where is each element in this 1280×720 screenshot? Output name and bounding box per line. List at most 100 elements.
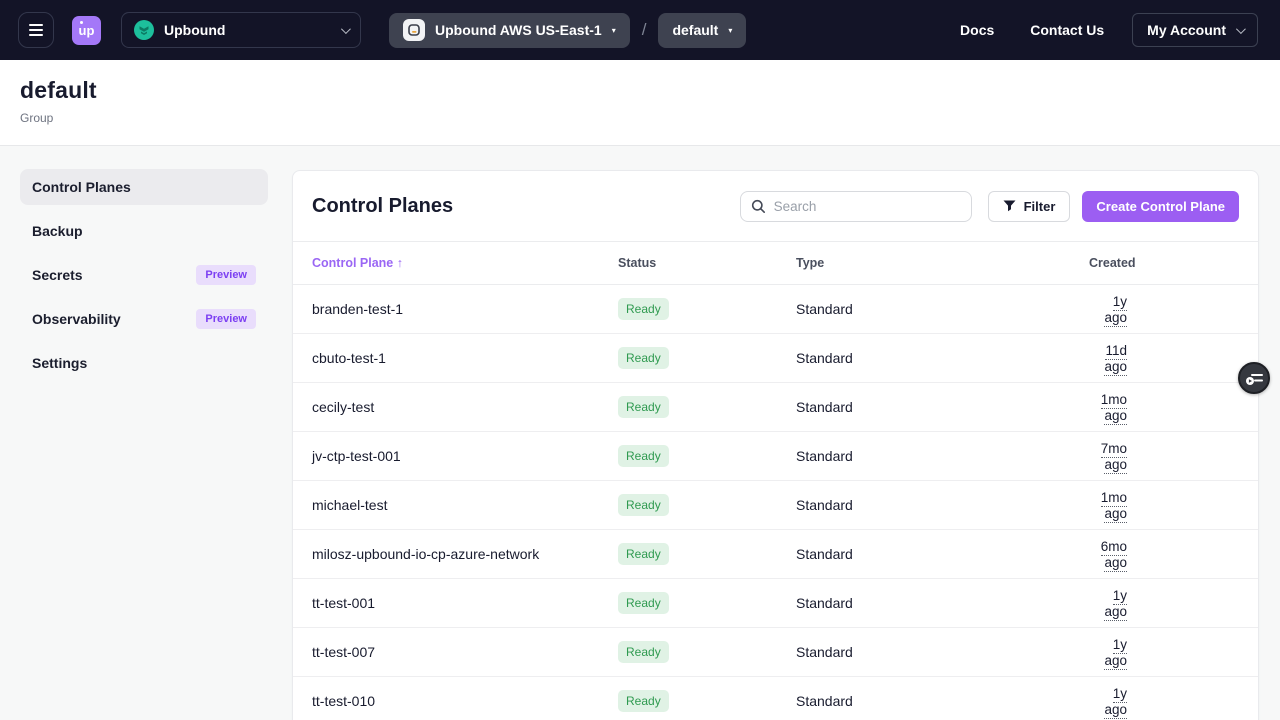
- created-cell: 1y ago: [1104, 637, 1127, 670]
- top-navigation-bar: up Upbound Upbound AWS US-East-1 ▾ / def…: [0, 0, 1280, 60]
- sidebar-item-secrets[interactable]: Secrets Preview: [20, 257, 268, 293]
- sidebar-item-label: Control Planes: [32, 179, 131, 195]
- type-cell: Standard: [796, 693, 1089, 709]
- column-header-created[interactable]: Created: [1089, 256, 1248, 270]
- search-box[interactable]: [740, 191, 972, 222]
- created-cell: 1mo ago: [1101, 490, 1127, 523]
- type-cell: Standard: [796, 399, 1089, 415]
- table-row[interactable]: tt-test-010 Ready Standard 1y ago: [293, 677, 1258, 720]
- logo-text: up: [79, 23, 95, 38]
- table-row[interactable]: milosz-upbound-io-cp-azure-network Ready…: [293, 530, 1258, 579]
- page-title: default: [20, 77, 1260, 104]
- status-badge: Ready: [618, 592, 669, 614]
- status-badge: Ready: [618, 641, 669, 663]
- type-cell: Standard: [796, 497, 1089, 513]
- column-header-control-plane[interactable]: Control Plane ↑: [312, 256, 618, 270]
- caret-down-icon: ▾: [728, 26, 732, 35]
- control-plane-name[interactable]: tt-test-010: [312, 693, 618, 709]
- sidebar-item-label: Backup: [32, 223, 83, 239]
- created-cell: 1y ago: [1104, 686, 1127, 719]
- type-cell: Standard: [796, 448, 1089, 464]
- control-plane-name[interactable]: branden-test-1: [312, 301, 618, 317]
- my-account-button[interactable]: My Account: [1132, 13, 1258, 47]
- status-badge: Ready: [618, 690, 669, 712]
- created-cell: 7mo ago: [1101, 441, 1127, 474]
- type-cell: Standard: [796, 595, 1089, 611]
- sidebar-item-backup[interactable]: Backup: [20, 213, 268, 249]
- table-row[interactable]: jv-ctp-test-001 Ready Standard 7mo ago: [293, 432, 1258, 481]
- sidebar-item-label: Observability: [32, 311, 121, 327]
- created-cell: 1mo ago: [1101, 392, 1127, 425]
- filter-label: Filter: [1024, 199, 1056, 214]
- hamburger-icon: [29, 24, 43, 26]
- space-icon: [403, 19, 425, 41]
- preview-badge: Preview: [196, 265, 256, 285]
- sort-ascending-icon: ↑: [397, 256, 403, 270]
- filter-icon: [1003, 200, 1016, 212]
- table-row[interactable]: michael-test Ready Standard 1mo ago: [293, 481, 1258, 530]
- control-plane-name[interactable]: jv-ctp-test-001: [312, 448, 618, 464]
- status-badge: Ready: [618, 543, 669, 565]
- sidebar-item-label: Secrets: [32, 267, 83, 283]
- type-cell: Standard: [796, 644, 1089, 660]
- table-header-row: Control Plane ↑ Status Type Created: [293, 241, 1258, 285]
- chevron-down-icon: [1236, 24, 1246, 34]
- search-input[interactable]: [774, 199, 961, 214]
- sidebar-item-control-planes[interactable]: Control Planes: [20, 169, 268, 205]
- chevron-down-icon: [341, 24, 351, 34]
- control-plane-name[interactable]: michael-test: [312, 497, 618, 513]
- logo-dot: [80, 21, 83, 24]
- type-cell: Standard: [796, 350, 1089, 366]
- table-row[interactable]: tt-test-007 Ready Standard 1y ago: [293, 628, 1258, 677]
- created-cell: 1y ago: [1104, 588, 1127, 621]
- group-name: default: [672, 22, 718, 38]
- organization-selector[interactable]: Upbound: [121, 12, 361, 48]
- panel-title: Control Planes: [312, 195, 453, 218]
- status-badge: Ready: [618, 347, 669, 369]
- upbound-logo[interactable]: up: [72, 16, 101, 45]
- hamburger-menu-button[interactable]: [18, 12, 54, 48]
- column-header-type[interactable]: Type: [796, 256, 1089, 270]
- control-plane-name[interactable]: tt-test-001: [312, 595, 618, 611]
- sidebar-item-settings[interactable]: Settings: [20, 345, 268, 381]
- control-planes-panel: Control Planes Filter Create Control Pla…: [292, 170, 1259, 720]
- created-cell: 11d ago: [1104, 343, 1127, 376]
- caret-down-icon: ▾: [612, 26, 616, 35]
- feedback-widget-button[interactable]: [1238, 362, 1270, 394]
- organization-icon: [134, 20, 154, 40]
- table-row[interactable]: branden-test-1 Ready Standard 1y ago: [293, 285, 1258, 334]
- control-plane-name[interactable]: cbuto-test-1: [312, 350, 618, 366]
- control-plane-name[interactable]: milosz-upbound-io-cp-azure-network: [312, 546, 618, 562]
- space-name: Upbound AWS US-East-1: [435, 22, 602, 38]
- control-plane-name[interactable]: tt-test-007: [312, 644, 618, 660]
- type-cell: Standard: [796, 301, 1089, 317]
- table-row[interactable]: cecily-test Ready Standard 1mo ago: [293, 383, 1258, 432]
- panel-header: Control Planes Filter Create Control Pla…: [293, 171, 1258, 241]
- space-selector[interactable]: Upbound AWS US-East-1 ▾: [389, 13, 630, 48]
- nav-link-docs[interactable]: Docs: [960, 22, 994, 38]
- nav-link-contact-us[interactable]: Contact Us: [1030, 22, 1104, 38]
- status-badge: Ready: [618, 396, 669, 418]
- breadcrumb-separator: /: [642, 20, 647, 40]
- sidebar-item-observability[interactable]: Observability Preview: [20, 301, 268, 337]
- filter-button[interactable]: Filter: [988, 191, 1071, 222]
- sidebar-navigation: Control Planes Backup Secrets Preview Ob…: [20, 169, 268, 389]
- table-row[interactable]: cbuto-test-1 Ready Standard 11d ago: [293, 334, 1258, 383]
- organization-name: Upbound: [164, 22, 225, 38]
- created-cell: 6mo ago: [1101, 539, 1127, 572]
- group-selector[interactable]: default ▾: [658, 13, 746, 48]
- create-control-plane-button[interactable]: Create Control Plane: [1082, 191, 1239, 222]
- status-badge: Ready: [618, 494, 669, 516]
- my-account-label: My Account: [1147, 22, 1226, 38]
- status-badge: Ready: [618, 298, 669, 320]
- feedback-icon: [1246, 371, 1263, 386]
- sidebar-item-label: Settings: [32, 355, 87, 371]
- page-header: default Group: [0, 60, 1280, 146]
- status-badge: Ready: [618, 445, 669, 467]
- table-row[interactable]: tt-test-001 Ready Standard 1y ago: [293, 579, 1258, 628]
- search-icon: [751, 199, 766, 214]
- control-plane-name[interactable]: cecily-test: [312, 399, 618, 415]
- column-header-status[interactable]: Status: [618, 256, 796, 270]
- type-cell: Standard: [796, 546, 1089, 562]
- preview-badge: Preview: [196, 309, 256, 329]
